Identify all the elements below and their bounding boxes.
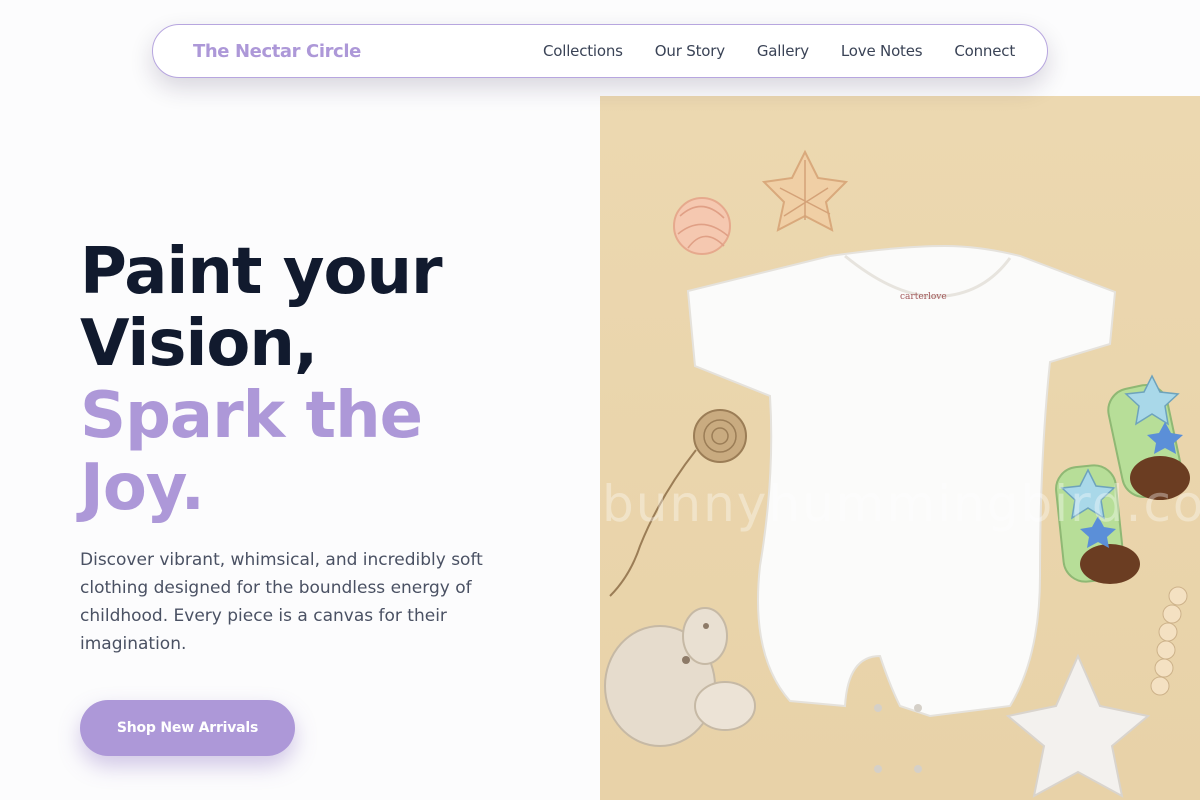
nav-link-our-story[interactable]: Our Story bbox=[655, 42, 725, 60]
nav-link-love-notes[interactable]: Love Notes bbox=[841, 42, 923, 60]
brand-logo[interactable]: The Nectar Circle bbox=[193, 41, 361, 62]
nav-link-collections[interactable]: Collections bbox=[543, 42, 623, 60]
headline-line-4: Joy. bbox=[80, 451, 205, 525]
top-navigation: The Nectar Circle Collections Our Story … bbox=[152, 24, 1048, 78]
headline-line-1: Paint your bbox=[80, 235, 443, 309]
nav-links: Collections Our Story Gallery Love Notes… bbox=[543, 42, 1015, 60]
headline-line-2: Vision, bbox=[80, 307, 318, 381]
shop-new-arrivals-button[interactable]: Shop New Arrivals bbox=[80, 700, 295, 756]
hero-text: Paint your Vision, Spark the Joy. Discov… bbox=[80, 236, 580, 658]
yarn-ball-icon bbox=[673, 197, 731, 255]
image-watermark: bunnyhummingbird.com bbox=[602, 475, 1200, 533]
hero-description: Discover vibrant, whimsical, and incredi… bbox=[80, 550, 483, 654]
hero-headline: Paint your Vision, Spark the Joy. bbox=[80, 236, 580, 524]
hero-image: carterlove bunnyhummingbird.com bbox=[600, 96, 1200, 800]
headline-line-3: Spark the bbox=[80, 379, 423, 453]
garment-label-text: carterlove bbox=[900, 292, 947, 302]
nav-link-connect[interactable]: Connect bbox=[954, 42, 1015, 60]
nav-link-gallery[interactable]: Gallery bbox=[757, 42, 809, 60]
page: The Nectar Circle Collections Our Story … bbox=[0, 0, 1200, 800]
hero-illustration: carterlove bunnyhummingbird.com bbox=[600, 96, 1200, 800]
